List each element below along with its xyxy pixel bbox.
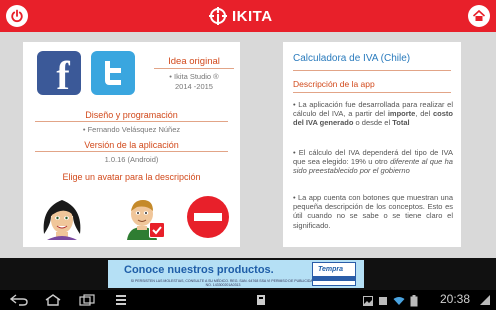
description-paragraph-3: • La app cuenta con botones que muestran… [293, 193, 453, 230]
notification-app-icon [252, 293, 270, 307]
facebook-icon: f [56, 53, 70, 98]
ikita-logo-icon [209, 7, 227, 25]
signal-indicator [478, 293, 492, 307]
wifi-icon [393, 297, 405, 305]
system-nav-bar: 20:38 [0, 290, 496, 310]
version-section: Versión de la aplicación 1.0.16 (Android… [23, 140, 240, 164]
twitter-button[interactable] [91, 51, 135, 95]
product-stripe [313, 276, 355, 281]
design-heading: Diseño y programación [85, 110, 178, 120]
signal-icon [480, 295, 490, 305]
original-idea-section: Idea original • Ikita Studio ® 2014 -201… [148, 56, 240, 92]
studio-name: • Ikita Studio ® [169, 72, 219, 81]
menu-icon [116, 295, 126, 305]
studio-years: 2014 -2015 [175, 82, 213, 91]
image-notification-icon [363, 296, 373, 306]
original-idea-heading: Idea original [168, 56, 220, 67]
back-button[interactable] [8, 293, 30, 307]
battery-icon [410, 295, 418, 307]
top-bar: IKITA [0, 0, 496, 32]
app-notification-icon [257, 295, 265, 305]
brand-name: IKITA [232, 7, 273, 25]
no-entry-icon [187, 196, 229, 238]
sync-icon [379, 297, 387, 305]
ad-headline: Conoce nuestros productos. [124, 264, 274, 276]
app-logo: IKITA [208, 5, 273, 27]
divider [293, 92, 451, 93]
avatar-section: Elige un avatar para la descripción [23, 172, 240, 182]
avatar-heading: Elige un avatar para la descripción [62, 172, 201, 182]
description-card: Calculadora de IVA (Chile) Descripción d… [283, 42, 461, 247]
home-nav-button[interactable] [42, 293, 64, 307]
design-section: Diseño y programación • Fernando Velásqu… [23, 110, 240, 134]
female-avatar-icon [43, 200, 81, 240]
version-heading: Versión de la aplicación [84, 140, 179, 150]
ad-legal-text: SI PERSISTEN LAS MOLESTIAS, CONSULTE A S… [130, 279, 316, 287]
clock: 20:38 [439, 292, 470, 306]
facebook-button[interactable]: f [37, 51, 81, 98]
back-icon [9, 294, 28, 306]
author-name: • Fernando Velásquez Núñez [82, 125, 181, 134]
ad-product-image: Tempra [312, 262, 356, 286]
home-icon [472, 9, 486, 21]
ad-product-name: Tempra [318, 266, 344, 273]
version-value: 1.0.16 (Android) [104, 155, 159, 164]
recent-apps-button[interactable] [76, 293, 98, 307]
divider [154, 68, 234, 69]
home-button[interactable] [468, 5, 490, 27]
twitter-icon [105, 61, 121, 85]
ad-banner[interactable]: Conoce nuestros productos. SI PERSISTEN … [108, 260, 364, 288]
avatar-male-button[interactable] [121, 194, 167, 240]
main-content: f Idea original • Ikita Studio ® 2014 -2… [0, 32, 496, 258]
avatar-female-button[interactable] [39, 194, 85, 240]
description-paragraph-1: • La aplicación fue desarrollada para re… [293, 100, 453, 128]
divider [35, 121, 228, 122]
divider [35, 151, 228, 152]
app-title: Calculadora de IVA (Chile) [293, 53, 411, 64]
power-button[interactable] [6, 5, 28, 27]
credits-card: f Idea original • Ikita Studio ® 2014 -2… [23, 42, 240, 247]
avatar-none-button[interactable] [185, 194, 231, 240]
recent-apps-icon [79, 294, 95, 306]
divider [293, 70, 451, 71]
selected-check-icon [149, 222, 165, 238]
description-paragraph-2: • El cálculo del IVA dependerá del tipo … [293, 148, 453, 176]
home-nav-icon [45, 294, 61, 306]
description-heading: Descripción de la app [293, 79, 375, 89]
status-icons [363, 295, 418, 307]
power-icon [11, 9, 23, 23]
ad-bar: Conoce nuestros productos. SI PERSISTEN … [0, 258, 496, 290]
menu-button[interactable] [110, 293, 132, 307]
